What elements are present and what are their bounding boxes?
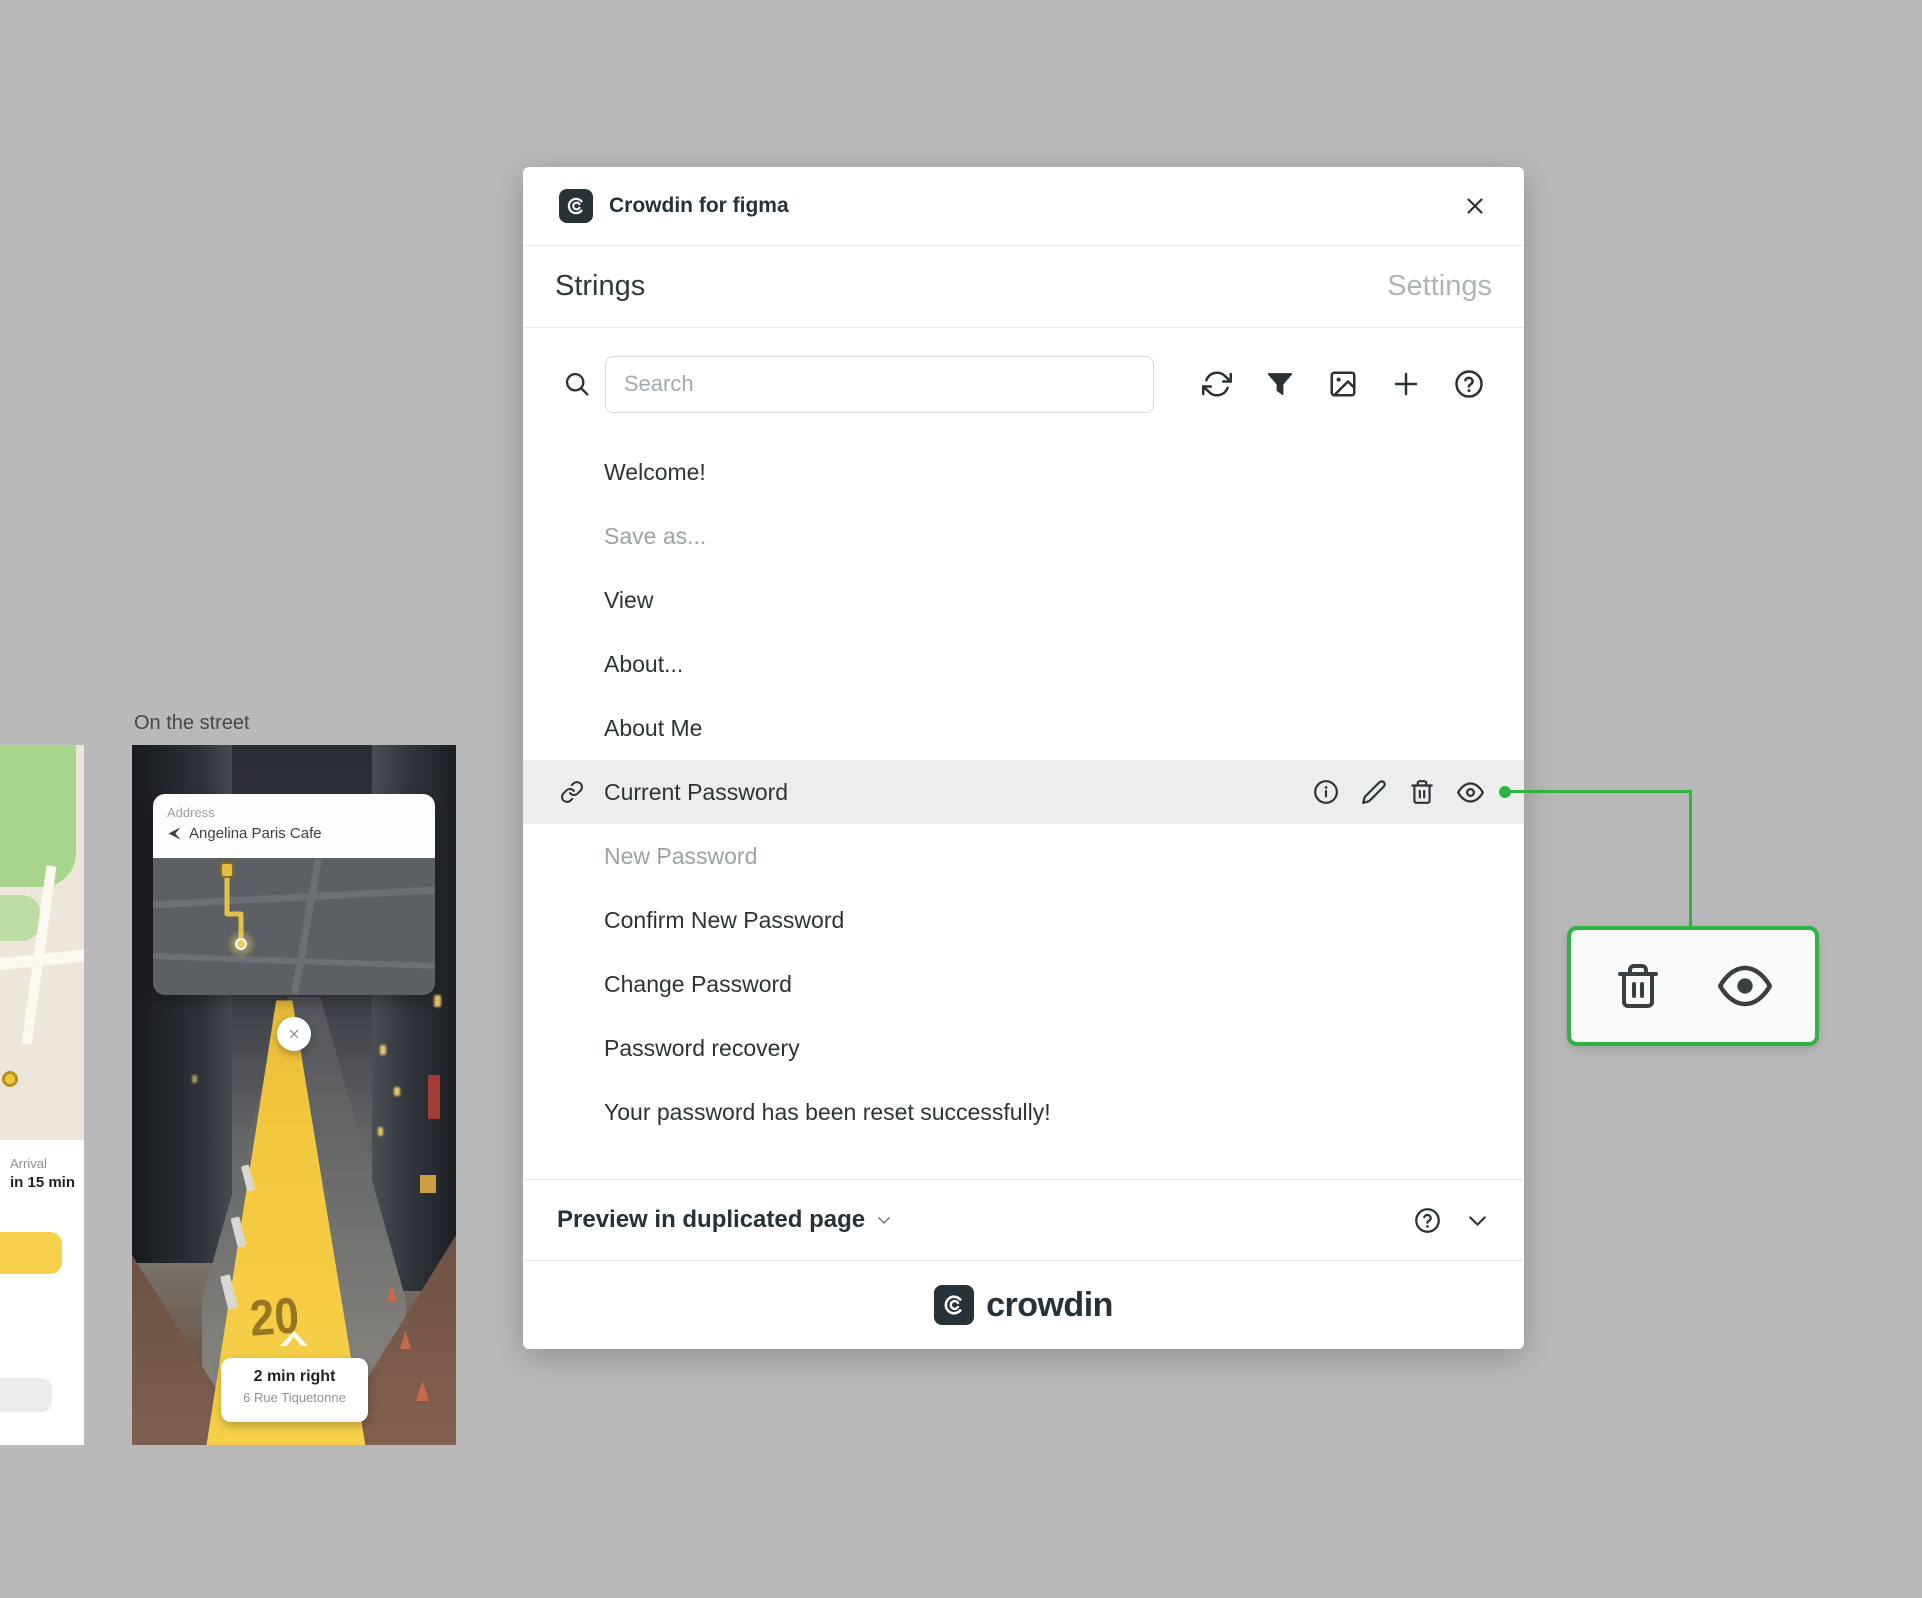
arrival-value: in 15 min xyxy=(10,1174,76,1191)
crowdin-wordmark[interactable]: crowdin xyxy=(986,1286,1113,1325)
string-label: Save as... xyxy=(604,522,707,549)
delete-icon[interactable] xyxy=(1409,779,1435,805)
plugin-tabbar: Strings Settings xyxy=(523,246,1524,328)
search-input[interactable] xyxy=(604,355,1154,413)
map-park-shape xyxy=(0,745,76,887)
window-light xyxy=(394,1087,400,1096)
search-icon xyxy=(563,370,591,398)
string-row[interactable]: About Me xyxy=(523,696,1524,760)
direction-instruction: 2 min right xyxy=(253,1368,336,1385)
close-icon xyxy=(287,1027,301,1041)
frame-map-mini[interactable]: Arrival in 15 min xyxy=(0,745,84,1445)
navigation-arrow-icon xyxy=(167,826,182,841)
preview-mode-button[interactable]: Preview in duplicated page xyxy=(557,1206,865,1234)
direction-card: 2 min right 6 Rue Tiquetonne xyxy=(221,1358,368,1422)
crowdin-plugin-window: Crowdin for figma Strings Settings Wel xyxy=(523,167,1524,1349)
street-sign xyxy=(428,1075,440,1119)
frame-title[interactable]: On the street xyxy=(134,712,250,735)
actions-callout xyxy=(1567,926,1819,1046)
screenshot-icon[interactable] xyxy=(1328,369,1358,399)
chevron-down-icon[interactable] xyxy=(875,1211,893,1229)
preview-bar: Preview in duplicated page xyxy=(523,1179,1524,1260)
delete-icon xyxy=(1614,962,1662,1010)
current-location-dot xyxy=(235,938,247,950)
link-icon xyxy=(560,780,584,804)
tab-strings[interactable]: Strings xyxy=(555,270,645,303)
route-line xyxy=(224,871,244,945)
direction-street: 6 Rue Tiquetonne xyxy=(243,1390,346,1405)
string-row[interactable]: Your password has been reset successfull… xyxy=(523,1080,1524,1144)
string-label: About... xyxy=(604,650,684,677)
string-row[interactable]: Welcome! xyxy=(523,440,1524,504)
collapse-chevron-icon[interactable] xyxy=(1465,1208,1490,1233)
close-plugin-button[interactable] xyxy=(1462,193,1488,219)
string-row[interactable]: About... xyxy=(523,632,1524,696)
string-label: Your password has been reset successfull… xyxy=(604,1098,1051,1125)
address-value: Angelina Paris Cafe xyxy=(189,825,322,842)
window-light xyxy=(434,995,441,1007)
plugin-footer: crowdin xyxy=(523,1260,1524,1349)
address-mini-map xyxy=(153,858,435,995)
annotation-connector-line xyxy=(1689,790,1692,926)
primary-action-button xyxy=(0,1232,62,1274)
refresh-icon[interactable] xyxy=(1202,369,1232,399)
window-title: Crowdin for figma xyxy=(609,194,789,217)
string-label: Confirm New Password xyxy=(604,906,845,933)
info-icon[interactable] xyxy=(1313,779,1339,805)
arrival-card: Arrival in 15 min xyxy=(0,1140,84,1445)
string-label: New Password xyxy=(604,842,758,869)
window-light xyxy=(192,1075,197,1083)
filter-icon[interactable] xyxy=(1265,369,1295,399)
frame-on-the-street[interactable]: 20 Address Angelina Paris Cafe 2 min rig… xyxy=(132,745,456,1445)
window-light xyxy=(380,1045,386,1055)
add-string-icon[interactable] xyxy=(1391,369,1421,399)
string-row[interactable]: View xyxy=(523,568,1524,632)
string-row[interactable]: Password recovery xyxy=(523,1016,1524,1080)
annotation-connector-line xyxy=(1505,790,1692,793)
visibility-icon xyxy=(1718,959,1772,1013)
visibility-icon[interactable] xyxy=(1457,779,1484,806)
tab-settings[interactable]: Settings xyxy=(1387,270,1492,303)
map-pin-icon xyxy=(2,1071,18,1087)
strings-list: Welcome! Save as... View About... About … xyxy=(523,440,1524,1144)
string-label: Current Password xyxy=(604,778,789,805)
secondary-action-button xyxy=(0,1378,52,1412)
strings-toolbar xyxy=(523,328,1524,440)
figma-canvas: Arrival in 15 min On the street 20 Addre… xyxy=(0,0,1922,1598)
help-icon[interactable] xyxy=(1454,369,1484,399)
address-card-header: Address Angelina Paris Cafe xyxy=(153,794,435,858)
destination-pin-icon xyxy=(220,862,234,878)
edit-icon[interactable] xyxy=(1361,779,1387,805)
crowdin-logo-icon[interactable] xyxy=(934,1285,975,1325)
window-light xyxy=(378,1127,383,1136)
close-route-button[interactable] xyxy=(277,1017,311,1051)
string-row[interactable]: New Password xyxy=(523,824,1524,888)
street-sign xyxy=(420,1175,436,1193)
string-label: View xyxy=(604,586,654,613)
arrival-label: Arrival xyxy=(10,1156,47,1171)
string-row[interactable]: Change Password xyxy=(523,952,1524,1016)
address-card: Address Angelina Paris Cafe xyxy=(153,794,435,995)
plugin-header: Crowdin for figma xyxy=(523,167,1524,246)
string-label: About Me xyxy=(604,714,703,741)
crowdin-logo-icon xyxy=(559,189,593,223)
string-label: Welcome! xyxy=(604,458,706,485)
mini-map-area xyxy=(0,745,84,1140)
preview-help-icon[interactable] xyxy=(1414,1207,1441,1234)
route-distance-number: 20 xyxy=(248,1287,301,1348)
map-park-shape xyxy=(0,895,40,941)
string-label: Change Password xyxy=(604,970,792,997)
string-row[interactable]: Current Password xyxy=(523,760,1524,824)
close-icon xyxy=(1462,193,1488,219)
string-row[interactable]: Save as... xyxy=(523,504,1524,568)
string-row[interactable]: Confirm New Password xyxy=(523,888,1524,952)
address-label: Address xyxy=(167,805,215,820)
string-label: Password recovery xyxy=(604,1034,800,1061)
